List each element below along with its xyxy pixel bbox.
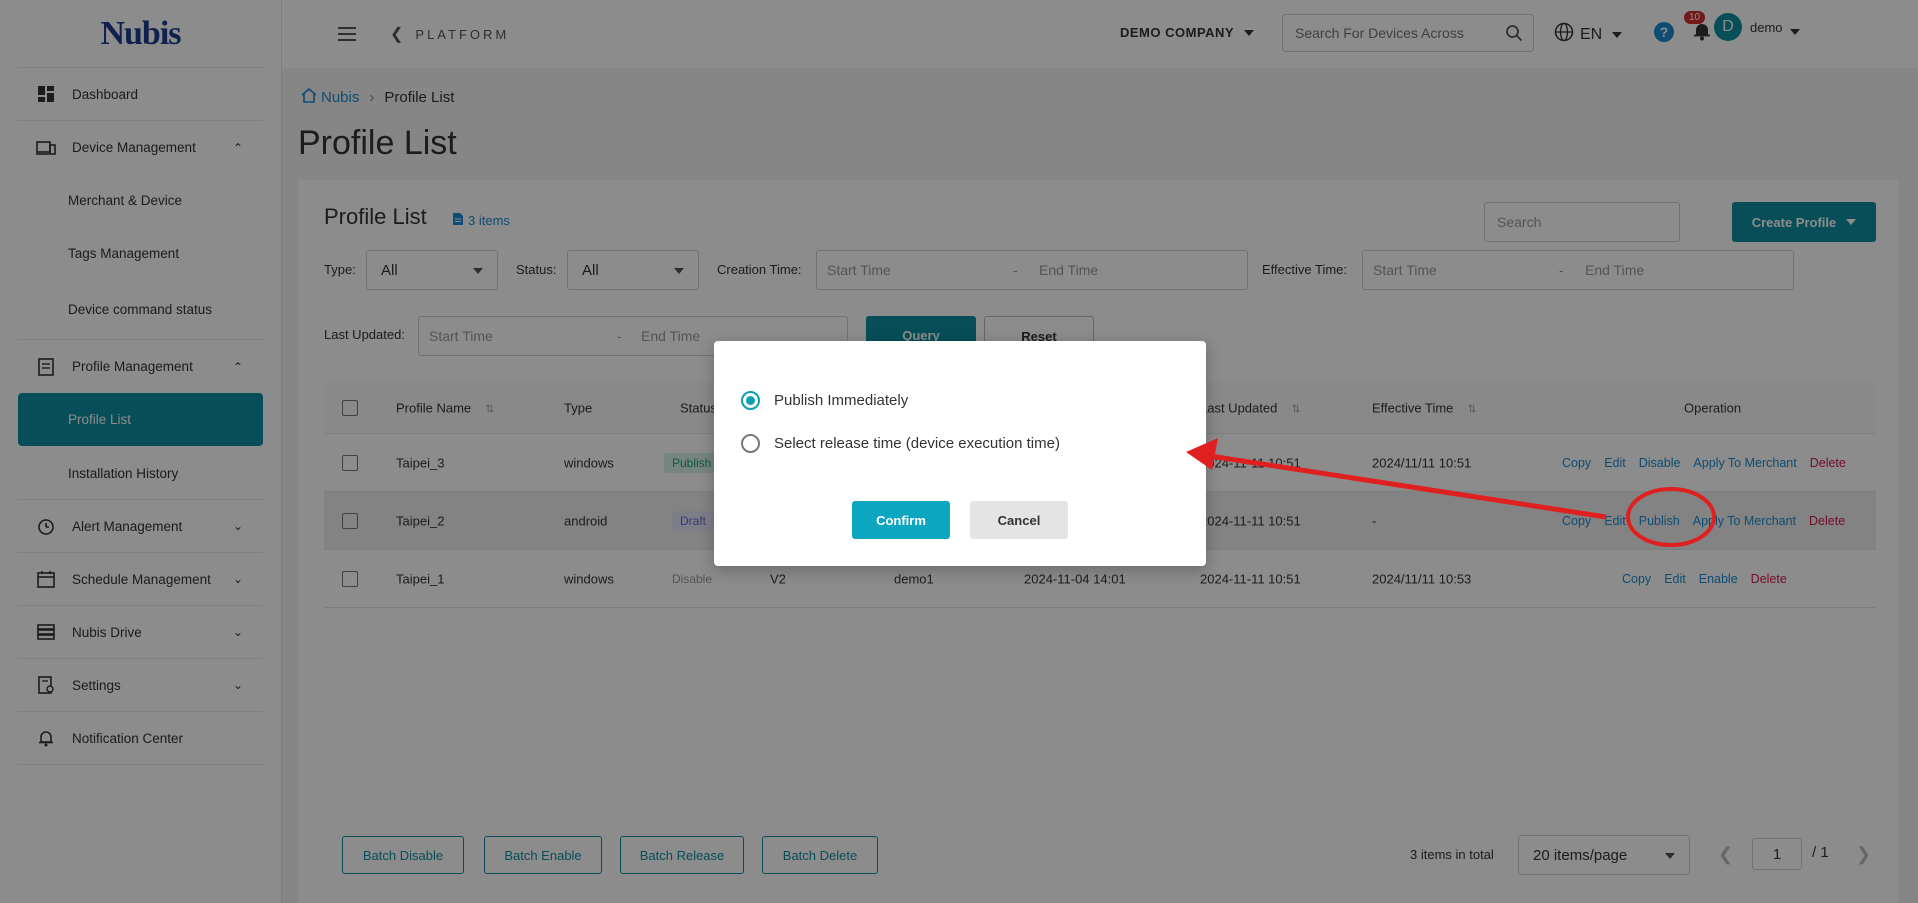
publish-immediately-option[interactable]: Publish Immediately [741, 391, 908, 410]
scheduled-release-option[interactable]: Select release time (device execution ti… [741, 434, 1060, 453]
publish-immediately-radio[interactable] [741, 391, 760, 410]
scheduled-release-radio[interactable] [741, 434, 760, 453]
cancel-button[interactable]: Cancel [970, 501, 1068, 539]
publish-immediately-label[interactable]: Publish Immediately [774, 392, 908, 409]
confirm-button[interactable]: Confirm [852, 501, 950, 539]
scheduled-release-label[interactable]: Select release time (device execution ti… [774, 435, 1060, 452]
publish-dialog: Publish Immediately Select release time … [714, 341, 1206, 566]
